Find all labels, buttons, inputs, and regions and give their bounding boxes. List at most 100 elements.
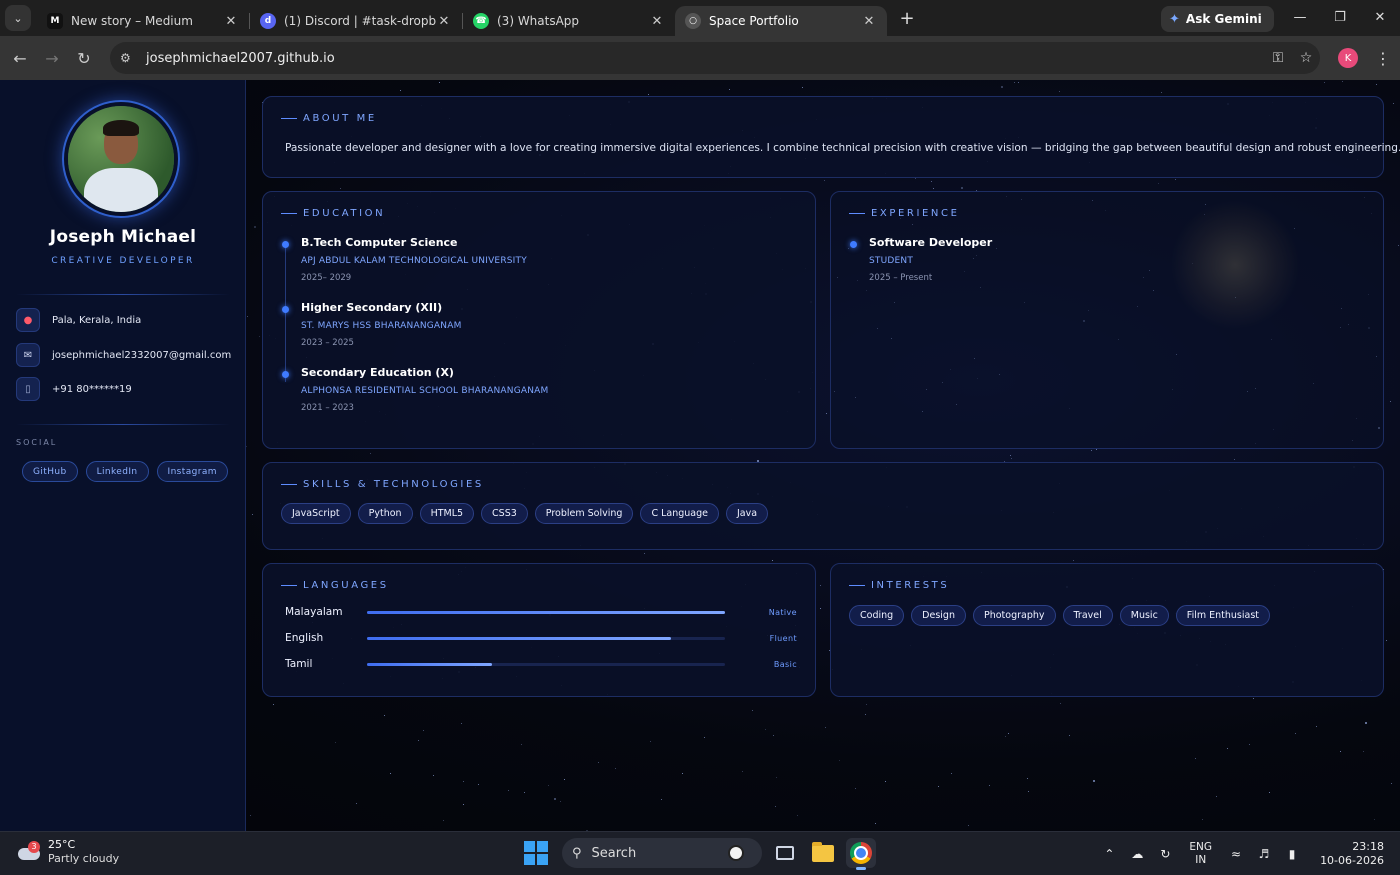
experience-years: 2025 – Present: [869, 273, 933, 283]
task-view-button[interactable]: [770, 838, 800, 868]
system-tray: ⌃ ☁ ↻ ENG IN ≈ ♬ ▮ 23:18 10-06-2026: [1095, 832, 1384, 875]
input-language[interactable]: ENG IN: [1189, 841, 1212, 867]
location-text: Pala, Kerala, India: [52, 314, 142, 326]
clock[interactable]: 23:18 10-06-2026: [1320, 840, 1384, 868]
close-icon[interactable]: ✕: [223, 14, 239, 29]
weather-badge: 3: [28, 841, 40, 853]
key-icon[interactable]: ⚿: [1264, 50, 1292, 66]
forward-icon[interactable]: →: [36, 49, 68, 68]
restore-icon[interactable]: ❐: [1320, 0, 1360, 36]
tab-search-button[interactable]: ⌄: [5, 5, 31, 31]
onedrive-cloud-icon[interactable]: ☁: [1123, 847, 1151, 861]
education-years: 2025– 2029: [301, 273, 352, 283]
battery-icon[interactable]: ▮: [1278, 847, 1306, 861]
search-icon: ⚲: [572, 845, 582, 861]
avatar: [68, 106, 174, 212]
profile-name: Joseph Michael: [49, 227, 197, 247]
github-link[interactable]: GitHub: [22, 461, 78, 482]
language-level: Basic: [773, 659, 797, 669]
experience-role: Software Developer: [869, 236, 993, 249]
experience-card: EXPERIENCE Software Developer STUDENT 20…: [830, 191, 1384, 449]
ask-gemini-button[interactable]: ✦ Ask Gemini: [1161, 6, 1274, 32]
reload-icon[interactable]: ↻: [68, 49, 100, 68]
about-text: Passionate developer and designer with a…: [285, 142, 1400, 154]
education-school: ST. MARYS HSS BHARANANGANAM: [301, 321, 462, 331]
experience-timeline: Software Developer STUDENT 2025 – Presen…: [850, 236, 993, 301]
skills-list: JavaScript Python HTML5 CSS3 Problem Sol…: [281, 503, 769, 524]
profile-avatar[interactable]: K: [1338, 48, 1358, 68]
language-bar-fill: [367, 610, 725, 614]
file-explorer-button[interactable]: [808, 838, 838, 868]
site-info-icon[interactable]: ⚙: [120, 51, 138, 65]
soccer-ball-icon: [728, 845, 744, 861]
taskbar-search[interactable]: ⚲ Search: [562, 838, 762, 868]
contact-email: ✉ josephmichael2332007@gmail.com: [16, 343, 231, 367]
tab-space-portfolio[interactable]: ○ Space Portfolio ✕: [675, 6, 887, 36]
region-code: IN: [1195, 854, 1207, 866]
tab-discord[interactable]: d (1) Discord | #task-dropbox | µl ✕: [250, 6, 462, 36]
sync-icon[interactable]: ↻: [1151, 847, 1179, 861]
interest-chip: Photography: [972, 605, 1056, 626]
language-name: Malayalam: [285, 606, 343, 618]
volume-icon[interactable]: ♬: [1250, 847, 1278, 861]
weather-widget[interactable]: 3 25°C Partly cloudy: [16, 838, 119, 866]
skill-chip: Java: [726, 503, 769, 524]
minimize-icon[interactable]: —: [1280, 0, 1320, 36]
experience-title: EXPERIENCE: [849, 208, 960, 219]
location-pin-icon: ●: [16, 308, 40, 332]
email-text[interactable]: josephmichael2332007@gmail.com: [52, 350, 231, 361]
language-bar: [367, 636, 725, 640]
education-degree: B.Tech Computer Science: [301, 236, 458, 249]
chrome-icon: [850, 842, 872, 864]
education-item: B.Tech Computer Science APJ ABDUL KALAM …: [282, 236, 548, 283]
tab-title: Space Portfolio: [709, 14, 799, 28]
education-title: EDUCATION: [281, 208, 385, 219]
language-level: Native: [768, 607, 797, 617]
language-bar-fill: [367, 662, 493, 666]
close-icon[interactable]: ✕: [861, 14, 877, 29]
skill-chip: Problem Solving: [534, 503, 634, 524]
education-item: Secondary Education (X) ALPHONSA RESIDEN…: [282, 366, 548, 413]
tab-medium[interactable]: M New story – Medium ✕: [37, 6, 249, 36]
language-bar: [367, 662, 725, 666]
interests-card: INTERESTS Coding Design Photography Trav…: [830, 563, 1384, 697]
gemini-label: Ask Gemini: [1185, 12, 1262, 26]
education-years: 2021 – 2023: [301, 403, 354, 413]
contact-phone: ▯ +91 80******19: [16, 377, 132, 401]
omnibox[interactable]: ⚙ josephmichael2007.github.io ⚿ ☆: [110, 42, 1320, 74]
more-options-icon[interactable]: ⋮: [1368, 49, 1398, 68]
linkedin-link[interactable]: LinkedIn: [85, 461, 149, 482]
whatsapp-icon: ☎: [473, 13, 489, 29]
timeline-dot: [850, 241, 857, 248]
education-years: 2023 – 2025: [301, 338, 354, 348]
language-row: Tamil Basic: [285, 658, 817, 670]
back-icon[interactable]: ←: [4, 49, 36, 68]
windows-start-icon[interactable]: [524, 841, 548, 865]
window-close-icon[interactable]: ✕: [1360, 0, 1400, 36]
profile-sidebar: Joseph Michael CREATIVE DEVELOPER ● Pala…: [0, 80, 246, 831]
interests-title: INTERESTS: [849, 580, 949, 591]
social-heading: SOCIAL: [16, 438, 58, 447]
interest-chip: Music: [1119, 605, 1169, 626]
skills-card: SKILLS & TECHNOLOGIES JavaScript Python …: [262, 462, 1384, 550]
close-icon[interactable]: ✕: [436, 14, 452, 29]
chrome-taskbar-button[interactable]: [846, 838, 876, 870]
wifi-icon[interactable]: ≈: [1222, 847, 1250, 861]
interest-chip: Coding: [849, 605, 905, 626]
skill-chip: CSS3: [481, 503, 528, 524]
chevron-down-icon: ⌄: [13, 11, 23, 25]
close-icon[interactable]: ✕: [649, 14, 665, 29]
url-text[interactable]: josephmichael2007.github.io: [146, 51, 1264, 66]
search-placeholder: Search: [591, 845, 637, 861]
about-title: ABOUT ME: [281, 113, 377, 124]
new-tab-button[interactable]: +: [893, 8, 921, 29]
bookmark-star-icon[interactable]: ☆: [1292, 50, 1320, 66]
instagram-link[interactable]: Instagram: [156, 461, 228, 482]
tab-title: New story – Medium: [71, 14, 193, 28]
chevron-up-icon[interactable]: ⌃: [1095, 847, 1123, 861]
interests-list: Coding Design Photography Travel Music F…: [849, 605, 1270, 626]
tab-title: (3) WhatsApp: [497, 14, 580, 28]
skill-chip: HTML5: [419, 503, 475, 524]
education-item: Higher Secondary (XII) ST. MARYS HSS BHA…: [282, 301, 548, 348]
tab-whatsapp[interactable]: ☎ (3) WhatsApp ✕: [463, 6, 675, 36]
